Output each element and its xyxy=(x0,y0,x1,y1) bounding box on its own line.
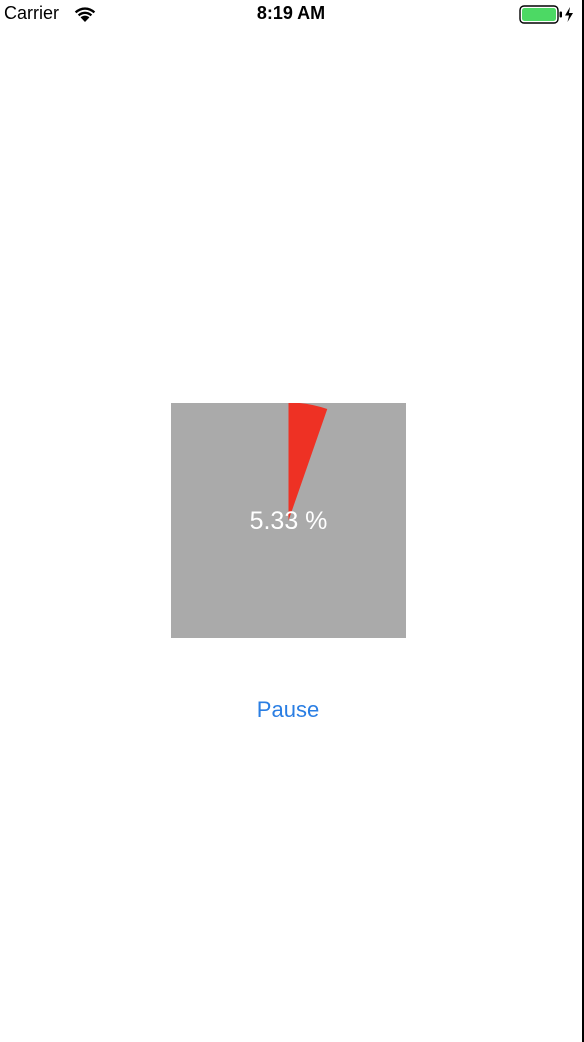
progress-indicator: 5.33 % xyxy=(171,403,406,638)
pause-button[interactable]: Pause xyxy=(220,692,356,728)
progress-wedge xyxy=(288,403,328,521)
progress-percent-label: 5.33 % xyxy=(249,507,328,535)
status-bar: Carrier 8:19 AM xyxy=(0,0,582,28)
status-time: 8:19 AM xyxy=(256,3,326,23)
battery-charging-icon xyxy=(519,5,573,24)
